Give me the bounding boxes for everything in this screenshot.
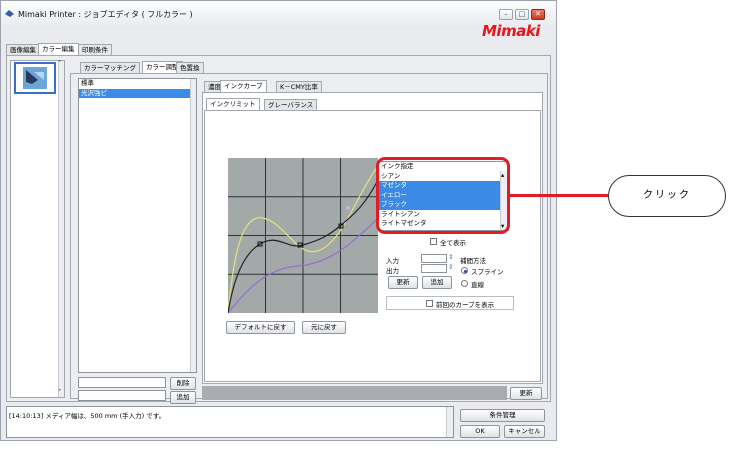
spline-radio[interactable] — [461, 267, 468, 274]
delete-button[interactable]: 削除 — [170, 377, 196, 390]
update-point-button[interactable]: 更新 — [388, 276, 418, 289]
list-item[interactable]: 標準 — [79, 79, 196, 89]
interp-label: 補間方法 — [460, 257, 486, 265]
scroll-down-icon[interactable]: ˅ — [58, 388, 61, 396]
preset-name-field[interactable] — [78, 377, 166, 388]
linear-label: 直線 — [471, 281, 484, 289]
show-prev-curve-checkbox[interactable] — [426, 300, 433, 307]
highlight-frame — [376, 157, 510, 234]
scroll-up-icon[interactable]: ˄ — [58, 59, 61, 67]
maximize-button[interactable]: □ — [515, 9, 529, 20]
thumbnail-scrollbar[interactable] — [58, 61, 64, 397]
output-spinner-icon[interactable]: ⇕ — [448, 263, 453, 271]
log-text: [14:10:13] メディア幅は、500 mm (手入力) です。 — [9, 412, 166, 420]
status-strip — [202, 386, 507, 400]
app-icon — [5, 10, 14, 17]
callout-connector — [510, 194, 608, 197]
cancel-button[interactable]: キャンセル — [504, 425, 545, 438]
mimaki-logo: Mimaki — [482, 22, 540, 40]
refresh-button[interactable]: 更新 — [510, 387, 542, 400]
image-thumbnail-icon — [23, 67, 47, 89]
preset-name-field-2[interactable] — [78, 390, 166, 401]
input-label: 入力 — [386, 257, 399, 265]
minimize-button[interactable]: – — [499, 9, 513, 20]
window-title: Mimaki Printer : ジョブエディタ ( フルカラー ) — [18, 10, 193, 19]
add-button[interactable]: 追加 — [170, 391, 196, 404]
linear-radio[interactable] — [461, 280, 468, 287]
preset-list[interactable]: 標準 光沢強ピ — [78, 78, 197, 373]
ink-curve-graph[interactable] — [228, 158, 378, 313]
ok-button[interactable]: OK — [460, 425, 500, 438]
input-field[interactable] — [421, 254, 447, 263]
add-point-button[interactable]: 追加 — [422, 276, 452, 289]
show-all-label: 全て表示 — [440, 239, 466, 247]
preset-list-scrollbar[interactable] — [190, 79, 196, 372]
revert-button[interactable]: 元に戻す — [302, 321, 346, 334]
spline-label: スプライン — [471, 268, 504, 276]
output-field[interactable] — [421, 264, 447, 273]
thumbnail-panel — [10, 60, 65, 398]
reset-default-button[interactable]: デフォルトに戻す — [226, 321, 295, 334]
callout-label: クリック — [608, 175, 726, 217]
condition-manager-button[interactable]: 条件管理 — [460, 409, 545, 422]
log-scrollbar[interactable] — [446, 407, 453, 437]
list-item[interactable]: 光沢強ピ — [79, 88, 196, 98]
input-spinner-icon[interactable]: ⇕ — [448, 253, 453, 261]
show-prev-curve-label: 前回のカーブを表示 — [436, 301, 495, 309]
show-all-checkbox[interactable] — [430, 238, 437, 245]
close-button[interactable]: ✕ — [531, 9, 545, 20]
image-thumbnail[interactable] — [14, 62, 56, 94]
curve-point — [346, 206, 350, 210]
output-label: 出力 — [386, 267, 399, 275]
